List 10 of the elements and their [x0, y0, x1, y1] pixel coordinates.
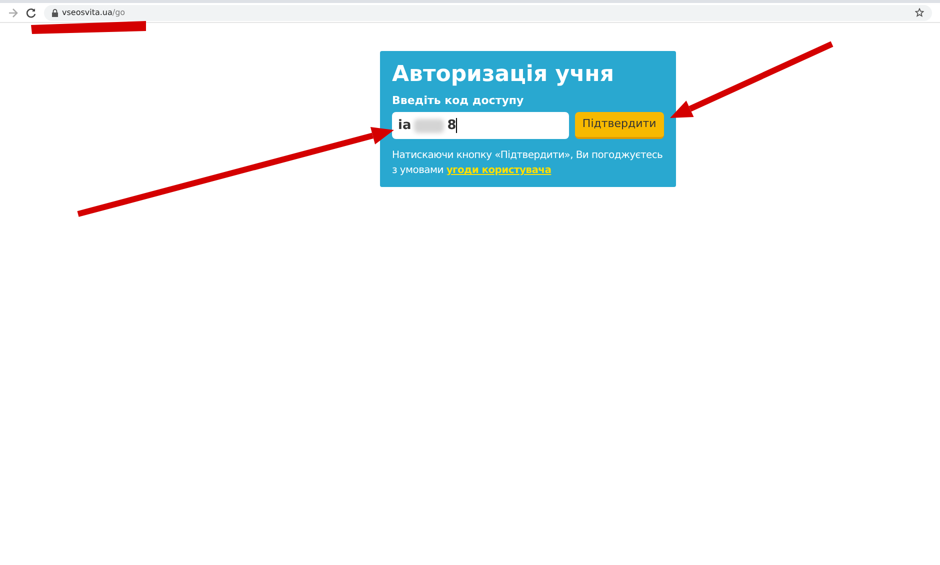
card-title: Авторизація учня	[392, 61, 616, 89]
access-code-field[interactable]: ia 8	[392, 112, 569, 139]
star-icon[interactable]	[915, 8, 924, 17]
url-text: vseosvita.ua/go	[62, 6, 126, 18]
confirm-button[interactable]: Підтвердити	[574, 112, 664, 139]
lock-icon	[52, 8, 58, 16]
address-bar[interactable]: vseosvita.ua/go	[44, 4, 932, 20]
terms-notice: Натискаючи кнопку «Підтвердити», Ви погоджуєтесь з умовами угоди користувача	[392, 149, 664, 178]
field-label: Введіть код доступу	[392, 94, 525, 108]
reload-icon[interactable]	[26, 8, 36, 18]
